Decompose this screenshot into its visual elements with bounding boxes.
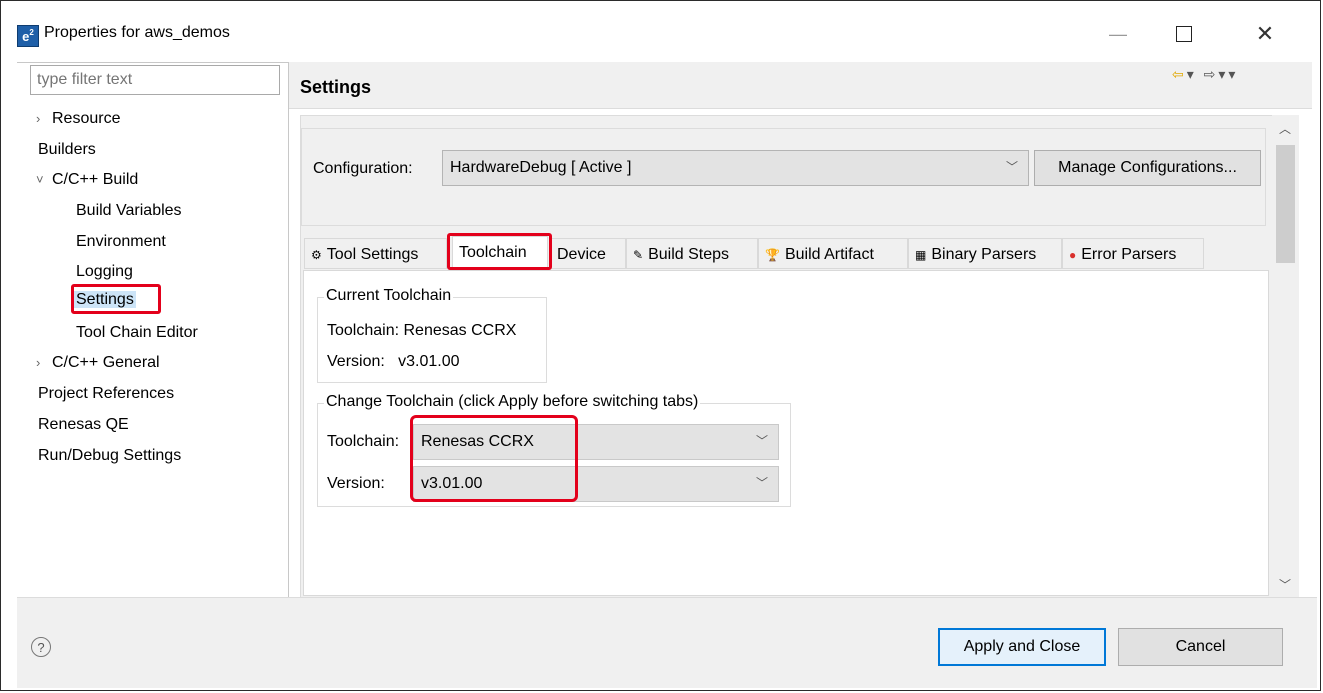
maximize-icon (1176, 26, 1192, 42)
apply-and-close-button[interactable]: Apply and Close (938, 628, 1106, 666)
forward-menu-icon[interactable]: ▾ (1218, 66, 1228, 82)
current-toolchain-title: Current Toolchain (324, 287, 454, 305)
tree-item-logging[interactable]: Logging (76, 259, 133, 285)
scroll-down-icon[interactable]: ﹀ (1279, 576, 1291, 593)
tree-item-project-references[interactable]: Project References (38, 381, 174, 407)
manage-configurations-button[interactable]: Manage Configurations... (1034, 150, 1261, 186)
tree-item-builders[interactable]: Builders (38, 137, 96, 163)
app-icon: e2 (17, 25, 39, 47)
page-header (289, 62, 1312, 109)
tree-item-cpp-build[interactable]: ˅ C/C++ Build (36, 167, 138, 193)
tab-error-parsers[interactable]: ● Error Parsers (1062, 238, 1204, 269)
change-toolchain-title: Change Toolchain (click Apply before swi… (324, 393, 701, 411)
tree-item-cpp-general[interactable]: › C/C++ General (36, 350, 160, 376)
current-version-text: Version: v3.01.00 (327, 353, 460, 370)
tree-item-build-variables[interactable]: Build Variables (76, 198, 182, 224)
current-toolchain-text: Toolchain: Renesas CCRX (327, 322, 517, 339)
build-steps-icon: ✎ (633, 248, 644, 262)
scroll-up-icon[interactable]: ︿ (1279, 120, 1291, 137)
page-title: Settings (300, 77, 372, 97)
minimize-button[interactable]: — (1103, 22, 1133, 46)
tree-item-environment[interactable]: Environment (76, 229, 166, 255)
minimize-icon: — (1109, 23, 1127, 44)
scrollbar-thumb[interactable] (1276, 145, 1295, 263)
help-icon[interactable]: ? (31, 637, 51, 657)
tab-build-steps[interactable]: ✎ Build Steps (626, 238, 758, 269)
tab-binary-parsers[interactable]: ▦ Binary Parsers (908, 238, 1062, 269)
tree-item-renesas-qe[interactable]: Renesas QE (38, 412, 129, 438)
close-button[interactable]: ✕ (1250, 21, 1280, 46)
toolchain-tab-highlight-box (447, 233, 552, 270)
filter-input[interactable] (30, 65, 280, 95)
build-artifact-icon: 🏆 (765, 248, 780, 262)
configuration-label: Configuration: (313, 160, 413, 177)
toolchain-selects-highlight-box (410, 415, 578, 502)
vertical-scrollbar[interactable]: ︿ ﹀ (1272, 115, 1299, 597)
binary-parsers-icon: ▦ (915, 248, 927, 262)
chevron-down-icon: ˅ (36, 172, 44, 187)
configuration-select[interactable]: HardwareDebug [ Active ] ﹀ (442, 150, 1029, 186)
forward-arrow-icon[interactable]: ⇨ (1204, 66, 1219, 82)
back-arrow-icon[interactable]: ⇦ (1172, 66, 1187, 82)
chevron-down-icon: ﹀ (755, 476, 768, 490)
window-title: Properties for aws_demos (44, 24, 230, 41)
view-menu-icon[interactable]: ▾ (1228, 66, 1238, 82)
cancel-button[interactable]: Cancel (1118, 628, 1283, 666)
version-label: Version: (327, 475, 385, 492)
nav-toolbar: ⇦▾ ⇨▾▾ (1172, 66, 1238, 83)
error-parsers-icon: ● (1069, 248, 1077, 262)
tree-item-tool-chain-editor[interactable]: Tool Chain Editor (76, 320, 198, 346)
tree-item-run-debug-settings[interactable]: Run/Debug Settings (38, 443, 181, 469)
chevron-right-icon: › (36, 111, 41, 126)
tab-build-artifact[interactable]: 🏆 Build Artifact (758, 238, 908, 269)
settings-highlight-box (71, 284, 161, 314)
chevron-down-icon: ﹀ (755, 434, 768, 448)
tree-item-resource[interactable]: › Resource (36, 106, 120, 132)
back-menu-icon[interactable]: ▾ (1187, 66, 1197, 82)
maximize-button[interactable] (1169, 22, 1199, 46)
tool-settings-icon: ⚙ (311, 248, 322, 262)
chevron-down-icon: ﹀ (1005, 160, 1018, 174)
close-icon: ✕ (1255, 21, 1275, 46)
tab-tool-settings[interactable]: ⚙ Tool Settings (304, 238, 447, 269)
tab-device[interactable]: Device (550, 238, 626, 269)
toolchain-label: Toolchain: (327, 433, 400, 450)
chevron-right-icon: › (36, 355, 41, 370)
